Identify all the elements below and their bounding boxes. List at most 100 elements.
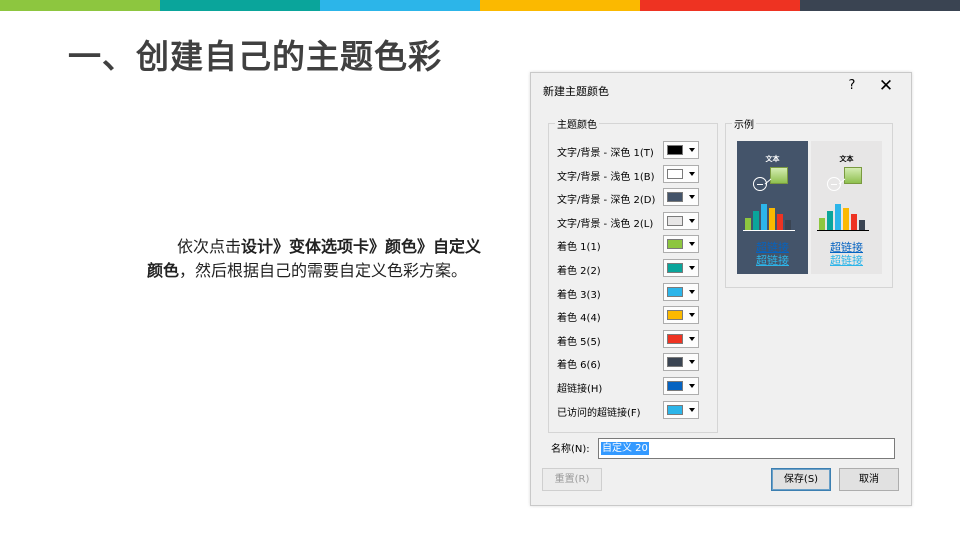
theme-color-row: 着色 2(2)	[557, 259, 707, 279]
color-picker-button[interactable]	[663, 329, 699, 348]
theme-color-label: 着色 4(4)	[557, 313, 601, 325]
theme-color-row: 超链接(H)	[557, 377, 707, 397]
dropdown-arrow-icon	[689, 313, 695, 318]
help-icon[interactable]: ?	[845, 78, 859, 93]
color-swatch	[667, 145, 683, 155]
theme-color-label: 文字/背景 - 浅色 2(L)	[557, 218, 654, 230]
theme-color-row: 着色 6(6)	[557, 353, 707, 373]
body-plain-text: 依次点击	[177, 237, 242, 256]
sample-circle	[753, 177, 767, 191]
color-swatch	[667, 310, 683, 321]
sample-text-label: 文本	[765, 155, 780, 163]
reset-button[interactable]: 重置(R)	[542, 468, 602, 491]
slide-body-text: 依次点击设计》变体选项卡》颜色》自定义颜色，然后根据自己的需要自定义色彩方案。	[147, 235, 487, 283]
sample-bar-chart	[745, 204, 793, 230]
color-picker-button[interactable]	[663, 141, 699, 159]
color-swatch	[667, 357, 683, 368]
sample-bar	[769, 207, 775, 230]
sample-bar	[761, 204, 767, 230]
sample-group-label: 示例	[732, 116, 756, 131]
sample-chart-baseline	[743, 230, 795, 231]
color-swatch	[667, 215, 683, 226]
sample-bar	[785, 219, 791, 230]
color-picker-button[interactable]	[663, 188, 699, 207]
sample-visited-hyperlink: 超链接	[830, 254, 863, 267]
light-sample-preview: 文本 超链接 超链接	[811, 141, 882, 274]
sample-bar	[835, 204, 841, 230]
color-picker-button[interactable]	[663, 353, 699, 372]
theme-colors-group-label: 主题颜色	[555, 116, 599, 131]
body-plain-text: ，然后根据自己的需要自定义色彩方案。	[179, 261, 468, 280]
dropdown-arrow-icon	[689, 195, 695, 200]
color-swatch	[667, 168, 683, 179]
sample-bar	[843, 207, 849, 230]
sample-chart-baseline	[817, 230, 869, 231]
color-picker-button[interactable]	[663, 400, 699, 419]
color-picker-button[interactable]	[663, 259, 699, 277]
sample-bar	[819, 218, 825, 230]
color-picker-button[interactable]	[663, 306, 699, 325]
sample-visited-hyperlink: 超链接	[756, 254, 789, 267]
theme-color-row: 文字/背景 - 深色 2(D)	[557, 188, 707, 208]
color-picker-button[interactable]	[663, 211, 699, 230]
top-bar-segment	[640, 0, 800, 11]
theme-color-row: 着色 5(5)	[557, 329, 707, 350]
color-swatch	[667, 263, 683, 273]
top-bar-segment	[800, 0, 960, 11]
name-label: 名称(N):	[551, 444, 590, 455]
new-theme-colors-dialog: 新建主题颜色 ? ✕ 主题颜色 文字/背景 - 深色 1(T) 文字/背景 - 浅…	[530, 72, 912, 506]
color-swatch	[667, 333, 683, 344]
sample-bar-chart	[819, 204, 867, 230]
theme-color-row: 已访问的超链接(F)	[557, 400, 707, 421]
color-picker-button[interactable]	[663, 235, 699, 254]
theme-color-label: 文字/背景 - 浅色 1(B)	[557, 171, 655, 183]
close-icon[interactable]: ✕	[877, 76, 895, 96]
color-picker-button[interactable]	[663, 164, 699, 183]
theme-name-input[interactable]: 自定义 20	[598, 438, 895, 459]
dialog-title: 新建主题颜色	[543, 85, 609, 98]
sample-shape	[844, 167, 862, 184]
theme-colors-group: 主题颜色 文字/背景 - 深色 1(T) 文字/背景 - 浅色 1(B) 文字/背景…	[548, 116, 718, 433]
theme-color-label: 着色 1(1)	[557, 242, 601, 254]
save-button[interactable]: 保存(S)	[771, 468, 831, 491]
top-bar-segment	[320, 0, 480, 11]
theme-color-label: 着色 2(2)	[557, 266, 601, 277]
dropdown-arrow-icon	[689, 407, 695, 412]
color-swatch	[667, 192, 683, 203]
theme-color-row: 文字/背景 - 浅色 2(L)	[557, 211, 707, 232]
top-bar-segment	[160, 0, 320, 11]
color-picker-button[interactable]	[663, 282, 699, 301]
color-picker-button[interactable]	[663, 377, 699, 395]
color-swatch	[667, 381, 683, 391]
top-color-bar	[0, 0, 960, 11]
dropdown-arrow-icon	[689, 171, 695, 176]
theme-color-row: 文字/背景 - 浅色 1(B)	[557, 164, 707, 185]
sample-bar	[859, 219, 865, 230]
theme-color-label: 着色 6(6)	[557, 360, 601, 372]
color-swatch	[667, 239, 683, 250]
top-bar-segment	[0, 0, 160, 11]
dropdown-arrow-icon	[689, 148, 695, 152]
theme-color-label: 已访问的超链接(F)	[557, 407, 641, 419]
theme-color-label: 着色 3(3)	[557, 289, 601, 301]
slide-title: 一、创建自己的主题色彩	[68, 37, 442, 76]
color-swatch	[667, 286, 683, 297]
dark-sample-preview: 文本 超链接 超链接	[737, 141, 808, 274]
theme-color-label: 文字/背景 - 深色 2(D)	[557, 195, 656, 207]
sample-bar	[745, 218, 751, 230]
sample-circle	[827, 177, 841, 191]
theme-name-value: 自定义 20	[601, 442, 649, 455]
dropdown-arrow-icon	[689, 384, 695, 388]
cancel-button[interactable]: 取消	[839, 468, 899, 491]
sample-shape	[770, 167, 788, 184]
sample-bar	[777, 214, 783, 230]
theme-color-label: 超链接(H)	[557, 384, 603, 395]
theme-color-row: 文字/背景 - 深色 1(T)	[557, 141, 707, 161]
top-bar-segment	[480, 0, 640, 11]
dropdown-arrow-icon	[689, 336, 695, 341]
theme-color-label: 文字/背景 - 深色 1(T)	[557, 148, 654, 159]
sample-group: 示例 文本 超链接 超链接 文本 超链接 超链接	[725, 116, 893, 288]
sample-bar	[851, 214, 857, 230]
sample-bar	[827, 210, 833, 230]
sample-text-label: 文本	[839, 155, 854, 163]
